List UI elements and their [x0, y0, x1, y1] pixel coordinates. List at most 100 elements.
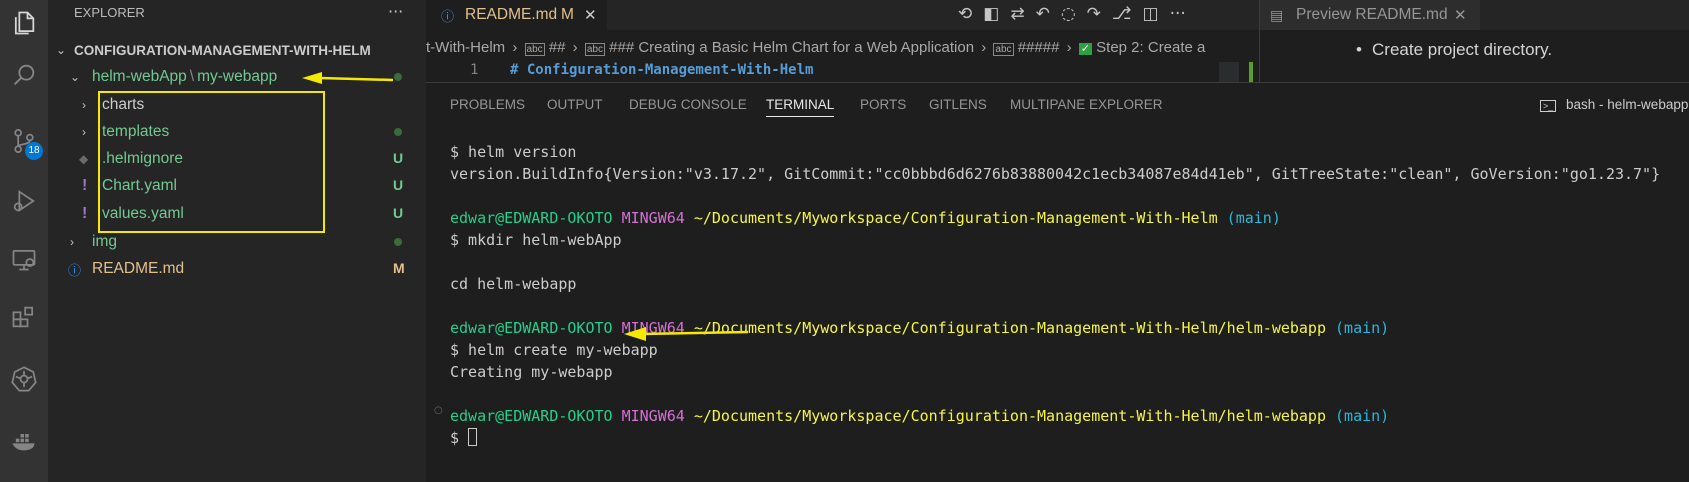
breadcrumb: t-With-Helm › abc ## › abc ### Creating … [426, 39, 1205, 56]
preview-list-item: • Create project directory. [1356, 40, 1553, 60]
tab-label: README.md [465, 6, 558, 23]
prompt-path: ~/Documents/Myworkspace/Configuration-Ma… [693, 319, 1326, 337]
info-icon: ⓘ [441, 8, 455, 24]
editor-actions: ⟲ ◧ ⇄ ↶ ◌ ↷ ⎇ ◫ ··· [958, 4, 1186, 24]
chevron-right-icon: › [572, 39, 578, 56]
prompt-branch: (main) [1335, 407, 1390, 425]
tab-gitlens[interactable]: GITLENS [929, 97, 987, 112]
terminal-prompt: $ [450, 429, 469, 447]
open-preview-icon[interactable]: ◧ [983, 4, 999, 24]
gitlens-icon[interactable]: ⎇ [1112, 4, 1132, 24]
status-badge: M [393, 260, 405, 276]
close-icon[interactable]: ✕ [584, 6, 597, 24]
markdown-preview: ▤ Preview README.md ✕ • Create project d… [1259, 0, 1689, 82]
folder-helm-webapp: helm-webApp [92, 68, 187, 85]
go-forward-icon[interactable]: ↷ [1087, 4, 1101, 24]
chevron-down-icon: ⌄ [56, 43, 67, 57]
line-number: 1 [470, 62, 479, 78]
terminal-cursor [468, 428, 478, 446]
prompt-user: edwar@EDWARD-OKOTO [450, 209, 613, 227]
tab-readme[interactable]: ⓘ README.md M ✕ [426, 0, 607, 30]
yaml-file-icon: ! [82, 177, 88, 194]
annotation-arrow [302, 72, 394, 84]
prompt-user: edwar@EDWARD-OKOTO [450, 407, 613, 425]
tab-preview-readme[interactable]: ▤ Preview README.md ✕ [1260, 0, 1480, 30]
info-icon: ⓘ [68, 262, 82, 278]
breadcrumb-item[interactable]: ##### [1018, 39, 1060, 56]
tab-terminal[interactable]: TERMINAL [766, 97, 835, 117]
search-icon[interactable] [0, 52, 48, 98]
more-actions-icon[interactable]: ··· [1170, 4, 1186, 24]
go-back-icon[interactable]: ↶ [1036, 4, 1050, 24]
terminal-line: cd helm-webapp [450, 275, 577, 293]
status-badge: U [393, 150, 404, 166]
status-badge: U [393, 205, 404, 221]
compare-changes-icon[interactable]: ⇄ [1010, 4, 1024, 24]
tab-problems[interactable]: PROBLEMS [450, 97, 525, 112]
code-line[interactable]: 1 # Configuration-Management-With-Helm [426, 62, 1259, 82]
chevron-down-icon: ⌄ [70, 70, 81, 84]
tree-item-readme[interactable]: ⓘ README.md M [48, 256, 426, 282]
chevron-right-icon: › [70, 235, 74, 249]
breadcrumb-item[interactable]: ### Creating a Basic Helm Chart for a We… [609, 39, 974, 56]
explorer-sidebar: EXPLORER ··· ⌄ CONFIGURATION-MANAGEMENT-… [48, 0, 426, 482]
checkbox-icon: ✓ [1078, 43, 1092, 55]
prompt-branch: (main) [1226, 209, 1281, 227]
tab-ports[interactable]: PORTS [860, 97, 906, 112]
timeline-icon[interactable]: ⟲ [958, 4, 972, 24]
terminal-line: Creating my-webapp [450, 363, 613, 381]
chevron-right-icon: › [512, 39, 518, 56]
annotation-highlight-box [98, 91, 325, 233]
abc-icon: abc [524, 43, 545, 56]
status-dot [394, 238, 402, 246]
bullet-icon: • [1356, 40, 1362, 59]
line-text: # Configuration-Management-With-Helm [510, 62, 814, 78]
more-actions-icon[interactable]: ··· [388, 2, 403, 21]
workspace-root[interactable]: ⌄ CONFIGURATION-MANAGEMENT-WITH-HELM [48, 37, 426, 63]
prompt-path: ~/Documents/Myworkspace/Configuration-Ma… [693, 209, 1218, 227]
breadcrumb-item[interactable]: ## [549, 39, 566, 56]
abc-icon: abc [993, 43, 1014, 56]
activity-bar: 18 [0, 0, 48, 482]
run-debug-icon[interactable] [0, 178, 48, 224]
tab-multipane-explorer[interactable]: MULTIPANE EXPLORER [1010, 97, 1163, 112]
kubernetes-icon[interactable] [0, 356, 48, 402]
yaml-file-icon: ! [82, 205, 88, 222]
preview-list-item-text: Create project directory. [1372, 40, 1553, 59]
chevron-right-icon: › [981, 39, 987, 56]
chevron-right-icon: › [1066, 39, 1072, 56]
breadcrumb-item[interactable]: Step 2: Create a [1096, 39, 1205, 56]
status-dot [394, 128, 402, 136]
prompt-host: MINGW64 [621, 407, 685, 425]
remote-explorer-icon[interactable] [0, 236, 48, 282]
terminal-selector[interactable]: >_ bash - helm-webapp [1540, 97, 1688, 112]
minimap[interactable] [1219, 62, 1259, 82]
status-badge: U [393, 177, 404, 193]
tab-debug-console[interactable]: DEBUG CONSOLE [629, 97, 747, 112]
annotation-arrow [624, 327, 749, 341]
files-icon[interactable] [0, 0, 48, 46]
split-editor-icon[interactable]: ◫ [1143, 4, 1159, 24]
editor-group: ⓘ README.md M ✕ ⟲ ◧ ⇄ ↶ ◌ ↷ ⎇ ◫ ··· t-Wi… [426, 0, 1259, 82]
revision-icon[interactable]: ◌ [1061, 4, 1076, 24]
terminal-name: bash - helm-webapp [1566, 97, 1689, 112]
terminal-output[interactable]: $ helm version version.BuildInfo{Version… [450, 141, 1660, 449]
tab-status: M [561, 6, 574, 23]
terminal-line: version.BuildInfo{Version:"v3.17.2", Git… [450, 165, 1661, 183]
command-decoration-icon: ○ [434, 405, 443, 416]
path-separator: \ [189, 68, 195, 85]
ignore-file-icon: ◆ [79, 152, 89, 166]
tree-item-label: helm-webApp \ my-webapp [92, 68, 277, 86]
extensions-icon[interactable] [0, 294, 48, 340]
close-icon[interactable]: ✕ [1454, 6, 1467, 24]
abc-icon: abc [584, 43, 605, 56]
explorer-title: EXPLORER [74, 5, 145, 20]
chevron-right-icon: › [82, 98, 86, 112]
prompt-branch: (main) [1335, 319, 1390, 337]
chevron-right-icon: › [82, 125, 86, 139]
docker-icon[interactable] [0, 418, 48, 464]
prompt-path: ~/Documents/Myworkspace/Configuration-Ma… [693, 407, 1326, 425]
tab-output[interactable]: OUTPUT [547, 97, 603, 112]
source-control-icon[interactable]: 18 [0, 118, 48, 164]
breadcrumb-item[interactable]: t-With-Helm [426, 39, 505, 56]
